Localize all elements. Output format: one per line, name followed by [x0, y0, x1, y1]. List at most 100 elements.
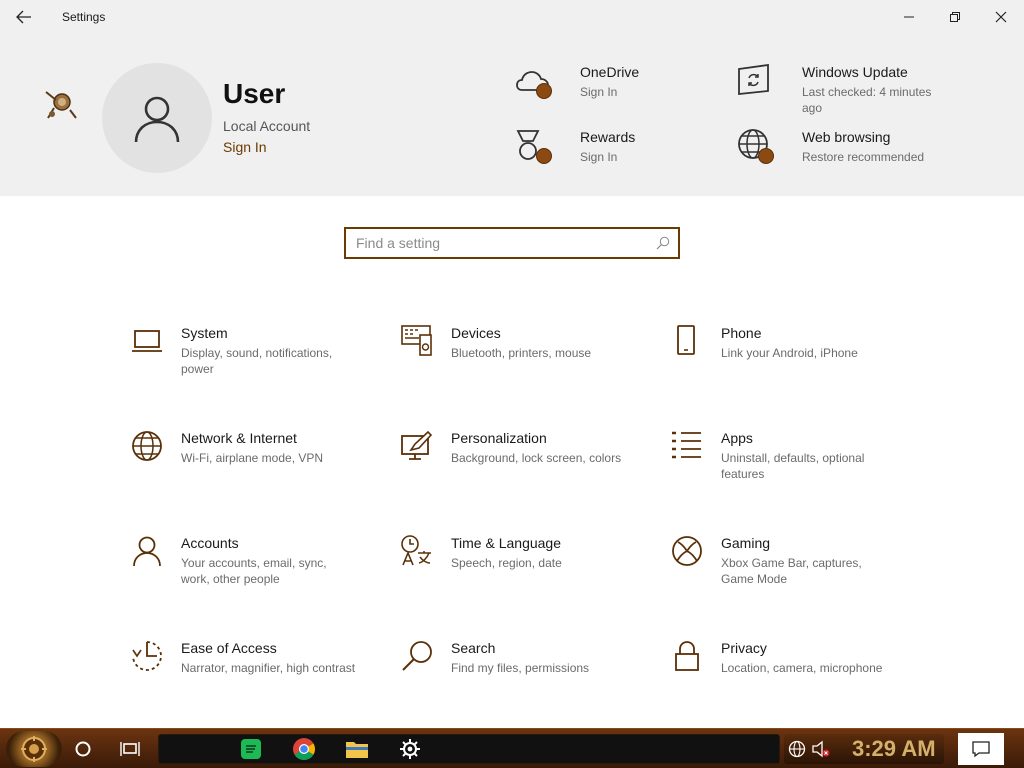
- chrome-icon: [293, 738, 315, 760]
- status-dot: [536, 148, 552, 164]
- category-subtitle: Narrator, magnifier, high contrast: [181, 661, 356, 675]
- rewards-tile[interactable]: Rewards Sign In: [516, 129, 696, 173]
- category-subtitle: Speech, region, date: [451, 556, 562, 570]
- personalization-icon: [401, 430, 433, 460]
- minimize-button[interactable]: [886, 0, 932, 34]
- category-title: Ease of Access: [181, 640, 277, 656]
- category-subtitle: Location, camera, microphone: [721, 661, 883, 675]
- cortana-button[interactable]: [67, 733, 99, 765]
- start-button[interactable]: [6, 731, 62, 767]
- update-icon: [738, 64, 769, 95]
- volume-tray-button[interactable]: [810, 733, 832, 765]
- cloud-icon: [516, 71, 549, 91]
- category-subtitle: Wi-Fi, airplane mode, VPN: [181, 451, 324, 465]
- xbox-icon: [672, 536, 702, 566]
- category-apps[interactable]: Apps Uninstall, defaults, optional featu…: [671, 430, 911, 510]
- category-title: Apps: [721, 430, 753, 446]
- category-network[interactable]: Network & Internet Wi-Fi, airplane mode,…: [131, 430, 371, 510]
- service-title: Rewards: [580, 129, 636, 145]
- task-view-button[interactable]: [114, 733, 146, 765]
- category-subtitle: Your accounts, email, sync, work, other …: [181, 556, 327, 586]
- category-title: Time & Language: [451, 535, 561, 551]
- category-title: Search: [451, 640, 496, 656]
- person-icon: [133, 536, 161, 567]
- cortana-circle-icon: [75, 741, 91, 757]
- category-personalization[interactable]: Personalization Background, lock screen,…: [401, 430, 641, 510]
- windows-update-tile[interactable]: Windows Update Last checked: 4 minutes a…: [738, 64, 938, 116]
- spotify-icon: [241, 739, 261, 759]
- category-devices[interactable]: Devices Bluetooth, printers, mouse: [401, 325, 641, 405]
- steampunk-emblem-icon: [45, 91, 77, 119]
- category-search[interactable]: Search Find my files, permissions: [401, 640, 641, 720]
- apps-list-icon: [672, 431, 701, 459]
- action-center-button[interactable]: [958, 733, 1004, 765]
- person-icon: [134, 96, 180, 143]
- laptop-icon: [132, 330, 162, 352]
- network-globe-icon: [788, 740, 806, 758]
- time-language-icon: [401, 535, 431, 566]
- clock[interactable]: 3:29 AM: [852, 736, 936, 762]
- avatar: [102, 63, 212, 173]
- user-name: User: [223, 78, 286, 109]
- settings-app-button[interactable]: [394, 733, 426, 765]
- close-icon: [995, 11, 1007, 23]
- title-bar: Settings: [0, 0, 1024, 34]
- service-subtitle: Last checked: 4 minutes ago: [802, 85, 932, 115]
- spotify-app-button[interactable]: [235, 733, 267, 765]
- file-explorer-button[interactable]: [341, 733, 373, 765]
- magnifier-icon: [402, 641, 432, 671]
- restore-button[interactable]: [932, 0, 978, 34]
- volume-muted-icon: [812, 740, 830, 758]
- category-title: Privacy: [721, 640, 767, 656]
- category-title: System: [181, 325, 228, 341]
- service-subtitle: Restore recommended: [802, 150, 925, 164]
- network-tray-button[interactable]: [786, 733, 808, 765]
- ease-of-access-icon: [132, 641, 162, 671]
- task-view-icon: [120, 742, 140, 756]
- window-title: Settings: [62, 10, 106, 24]
- globe-icon: [738, 129, 768, 159]
- category-phone[interactable]: Phone Link your Android, iPhone: [671, 325, 911, 405]
- category-title: Personalization: [451, 430, 547, 446]
- category-title: Phone: [721, 325, 762, 341]
- phone-icon: [677, 325, 695, 355]
- service-title: Web browsing: [802, 129, 891, 145]
- category-privacy[interactable]: Privacy Location, camera, microphone: [671, 640, 911, 720]
- service-subtitle: Sign In: [580, 85, 618, 99]
- notification-icon: [972, 741, 990, 758]
- category-subtitle: Background, lock screen, colors: [451, 451, 622, 465]
- folder-icon: [346, 742, 368, 758]
- sign-in-link[interactable]: Sign In: [223, 139, 267, 155]
- chrome-app-button[interactable]: [288, 733, 320, 765]
- category-ease-of-access[interactable]: Ease of Access Narrator, magnifier, high…: [131, 640, 371, 720]
- close-button[interactable]: [978, 0, 1024, 34]
- taskbar: 3:29 AM: [0, 728, 1024, 768]
- category-title: Network & Internet: [181, 430, 297, 446]
- category-title: Accounts: [181, 535, 239, 551]
- service-subtitle: Sign In: [580, 150, 618, 164]
- category-time-language[interactable]: Time & Language Speech, region, date: [401, 535, 641, 615]
- globe-icon: [132, 431, 162, 461]
- category-subtitle: Display, sound, notifications, power: [181, 346, 333, 376]
- category-gaming[interactable]: Gaming Xbox Game Bar, captures, Game Mod…: [671, 535, 911, 615]
- devices-icon: [401, 325, 432, 356]
- back-arrow-icon: [16, 10, 31, 24]
- profile-header: User Local Account Sign In OneDrive Sign…: [0, 34, 1024, 196]
- web-browsing-tile[interactable]: Web browsing Restore recommended: [738, 129, 938, 181]
- category-subtitle: Xbox Game Bar, captures, Game Mode: [721, 556, 862, 586]
- search-icon: [656, 236, 670, 250]
- category-system[interactable]: System Display, sound, notifications, po…: [131, 325, 371, 405]
- back-button[interactable]: [8, 2, 40, 32]
- onedrive-tile[interactable]: OneDrive Sign In: [516, 64, 696, 108]
- category-subtitle: Bluetooth, printers, mouse: [451, 346, 592, 360]
- search-input[interactable]: [346, 229, 646, 257]
- category-accounts[interactable]: Accounts Your accounts, email, sync, wor…: [131, 535, 371, 615]
- search-box[interactable]: [344, 227, 680, 259]
- category-subtitle: Link your Android, iPhone: [721, 346, 858, 360]
- account-type: Local Account: [223, 118, 311, 134]
- category-subtitle: Uninstall, defaults, optional features: [721, 451, 865, 481]
- service-title: Windows Update: [802, 64, 908, 80]
- lock-icon: [675, 641, 699, 671]
- service-title: OneDrive: [580, 64, 640, 80]
- gear-icon: [400, 739, 420, 759]
